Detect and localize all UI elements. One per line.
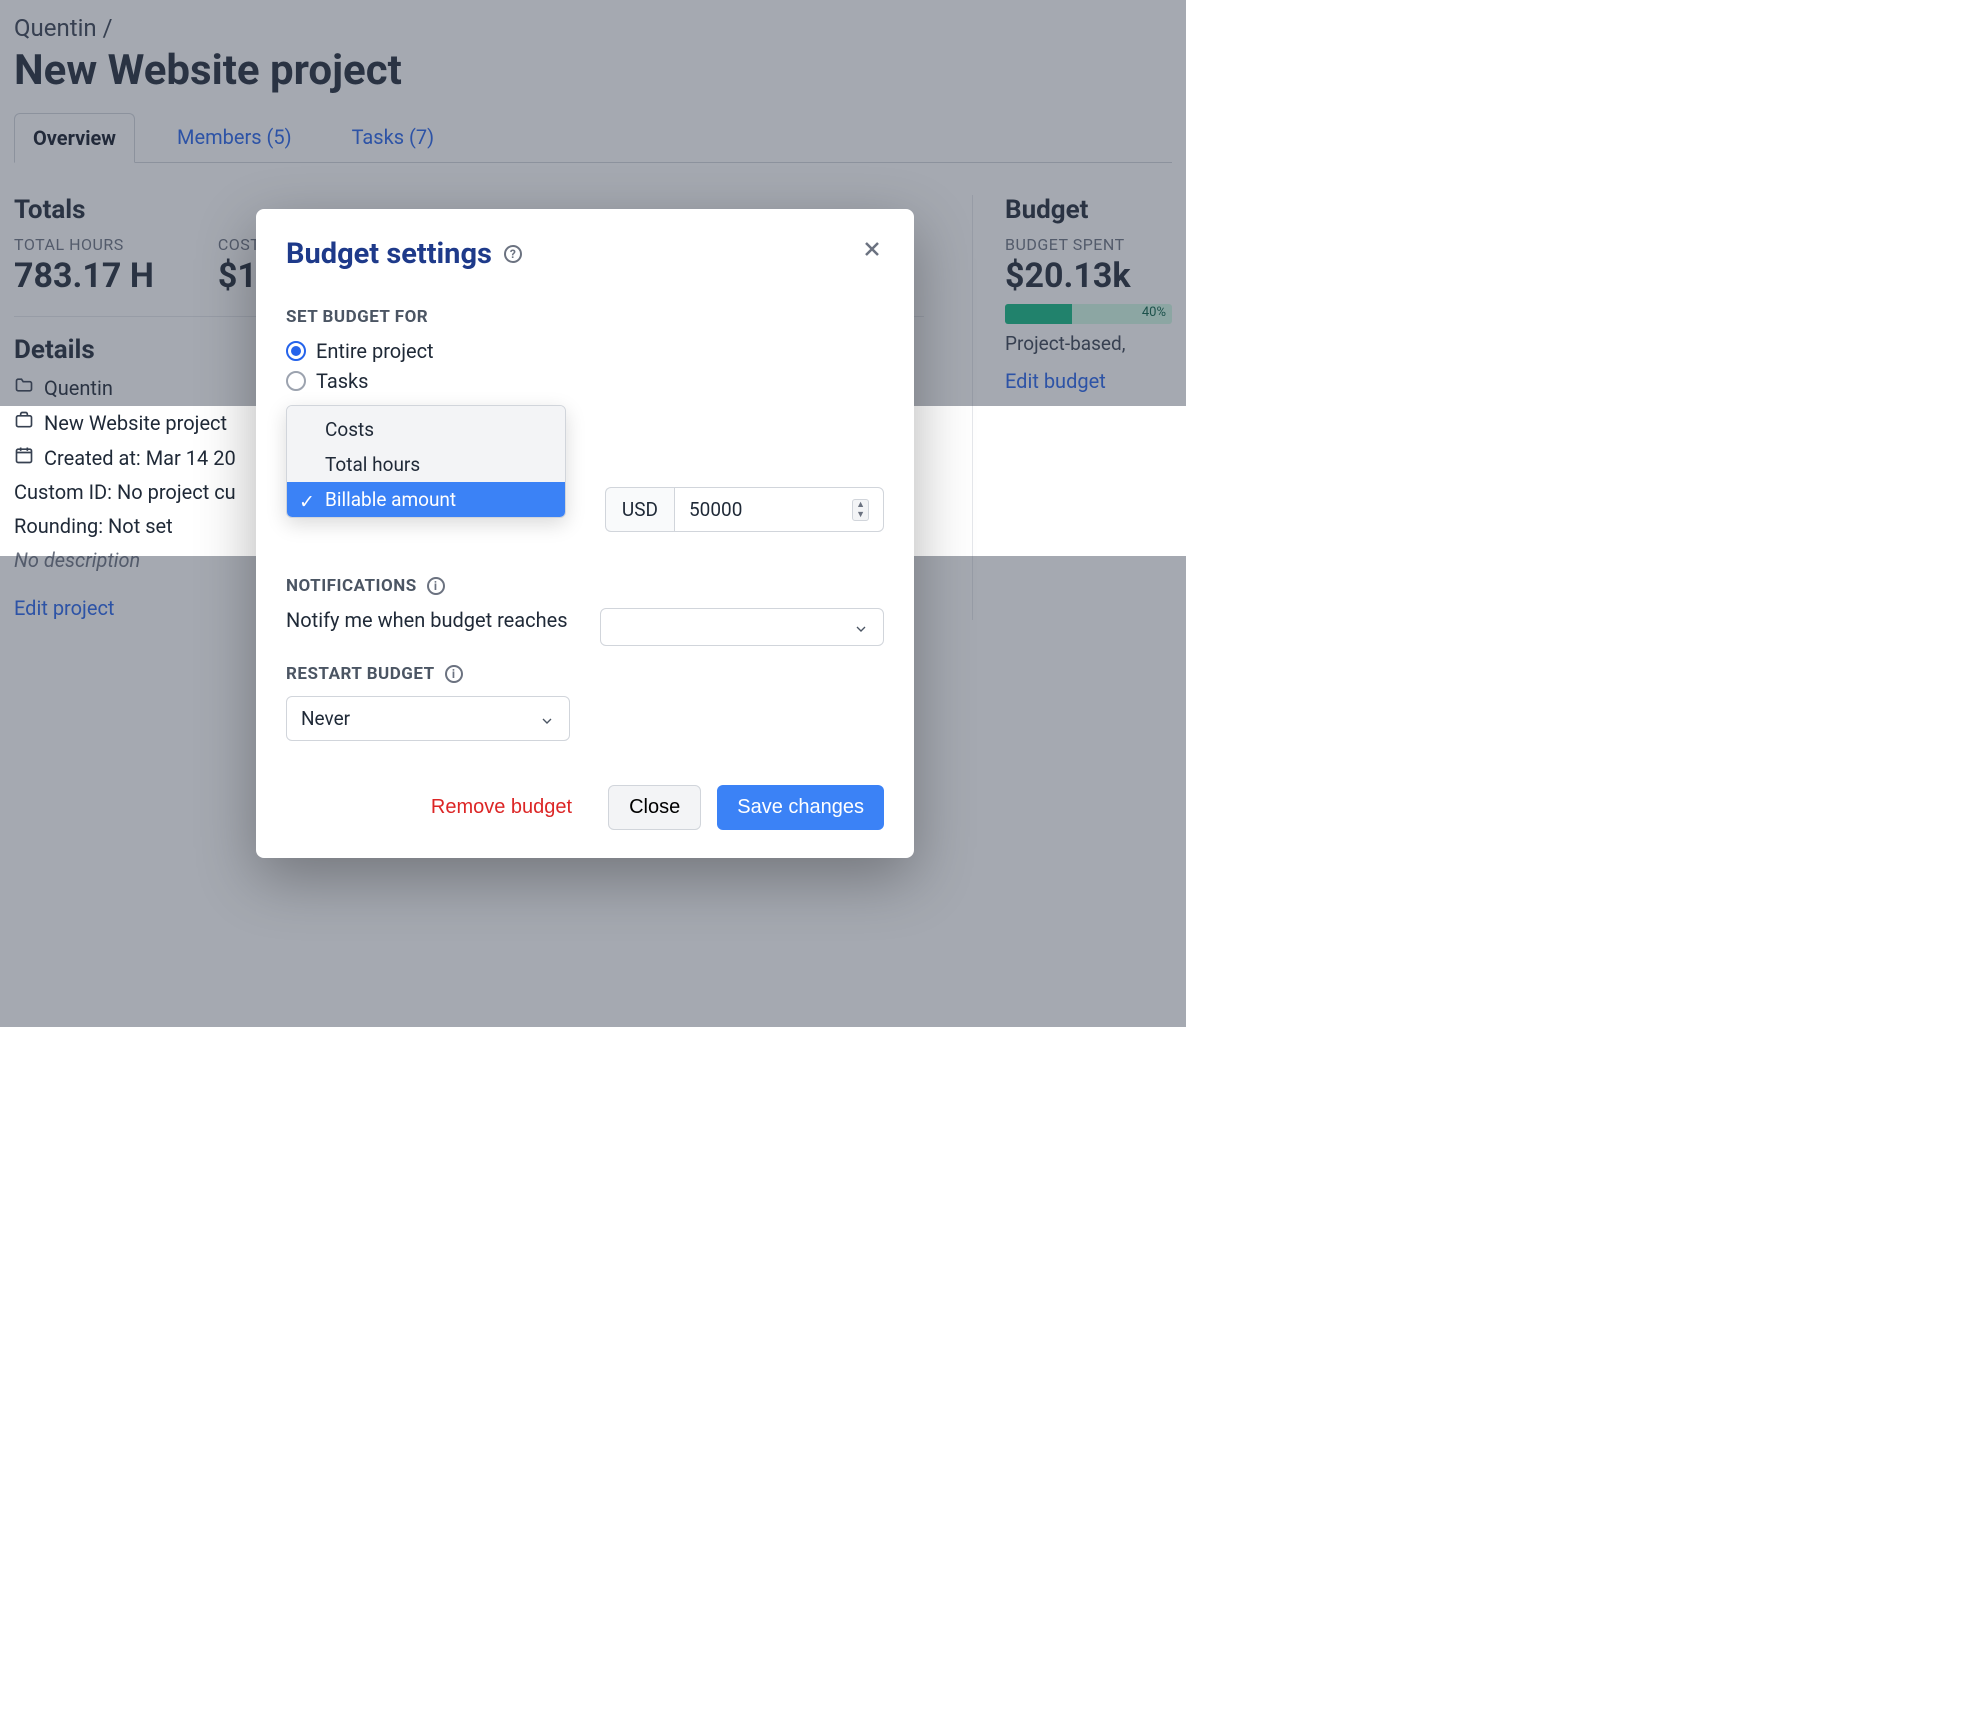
close-icon[interactable] [860,237,884,271]
notify-threshold-select[interactable] [600,608,884,646]
dropdown-option-billable-amount-label: Billable amount [325,488,456,511]
radio-entire-project[interactable]: Entire project [286,339,884,363]
chevron-down-icon [853,619,869,635]
notifications-label: NOTIFICATIONS i [286,576,884,596]
modal-title: Budget settings ? [286,237,522,271]
edit-project-link[interactable]: Edit project [14,596,114,620]
detail-description-text: No description [14,548,140,572]
chevron-down-icon [539,711,555,727]
dropdown-option-total-hours[interactable]: Total hours [287,447,565,482]
detail-customid-text: Custom ID: No project cu [14,480,236,504]
restart-budget-label: RESTART BUDGET i [286,664,884,684]
page-title: New Website project [14,46,1172,95]
breadcrumb-sep: / [97,14,113,42]
budget-basis: Project-based, [1005,332,1172,355]
restart-budget-value: Never [301,707,350,730]
radio-tasks-label: Tasks [316,369,369,393]
dropdown-option-costs[interactable]: Costs [287,412,565,447]
help-icon[interactable]: ? [504,245,522,263]
tab-members[interactable]: Members (5) [159,113,310,162]
breadcrumb-workspace: Quentin [14,14,97,42]
total-hours-value: 783.17 H [14,256,154,296]
briefcase-icon [14,410,34,435]
info-icon[interactable]: i [427,577,445,595]
tab-tasks[interactable]: Tasks (7) [334,113,453,162]
notifications-label-text: NOTIFICATIONS [286,576,417,596]
budget-spent-value: $20.13k [1005,256,1172,296]
tab-overview[interactable]: Overview [14,113,135,163]
tabs: Overview Members (5) Tasks (7) [14,113,1172,163]
currency-label: USD [605,487,674,532]
detail-workspace-text: Quentin [44,376,113,400]
edit-budget-link[interactable]: Edit budget [1005,369,1106,393]
check-icon: ✓ [299,490,315,513]
dropdown-option-billable-amount[interactable]: ✓ Billable amount [287,482,565,517]
budget-type-dropdown[interactable]: Costs Total hours ✓ Billable amount [286,405,566,518]
restart-budget-select[interactable]: Never [286,696,570,741]
save-changes-button[interactable]: Save changes [717,785,884,830]
restart-budget-label-text: RESTART BUDGET [286,664,435,684]
radio-tasks[interactable]: Tasks [286,369,884,393]
radio-icon [286,341,306,361]
total-hours-label: TOTAL HOURS [14,235,154,254]
radio-icon [286,371,306,391]
budget-progress: 40% [1005,304,1172,324]
budget-progress-fill [1005,304,1072,324]
set-budget-for-label: SET BUDGET FOR [286,307,884,327]
amount-stepper[interactable]: ▲▼ [852,499,869,521]
calendar-icon [14,445,34,470]
detail-rounding-text: Rounding: Not set [14,514,173,538]
budget-amount-value: 50000 [689,498,742,521]
breadcrumb[interactable]: Quentin / [14,14,1172,42]
detail-project-text: New Website project [44,411,227,435]
modal-title-text: Budget settings [286,237,492,271]
notify-text: Notify me when budget reaches [286,608,568,632]
budget-spent-label: BUDGET SPENT [1005,235,1172,254]
info-icon[interactable]: i [445,665,463,683]
budget-progress-pct: 40% [1142,305,1166,320]
budget-settings-modal: Budget settings ? SET BUDGET FOR Entire … [256,209,914,858]
budget-heading: Budget [1005,195,1172,225]
detail-created-text: Created at: Mar 14 20 [44,446,236,470]
budget-type-row: Costs Total hours ✓ Billable amount USD … [256,399,914,558]
folder-icon [14,375,34,400]
close-button[interactable]: Close [608,785,701,830]
remove-budget-button[interactable]: Remove budget [411,785,592,830]
budget-amount-input[interactable]: 50000 ▲▼ [674,487,884,532]
radio-entire-project-label: Entire project [316,339,434,363]
